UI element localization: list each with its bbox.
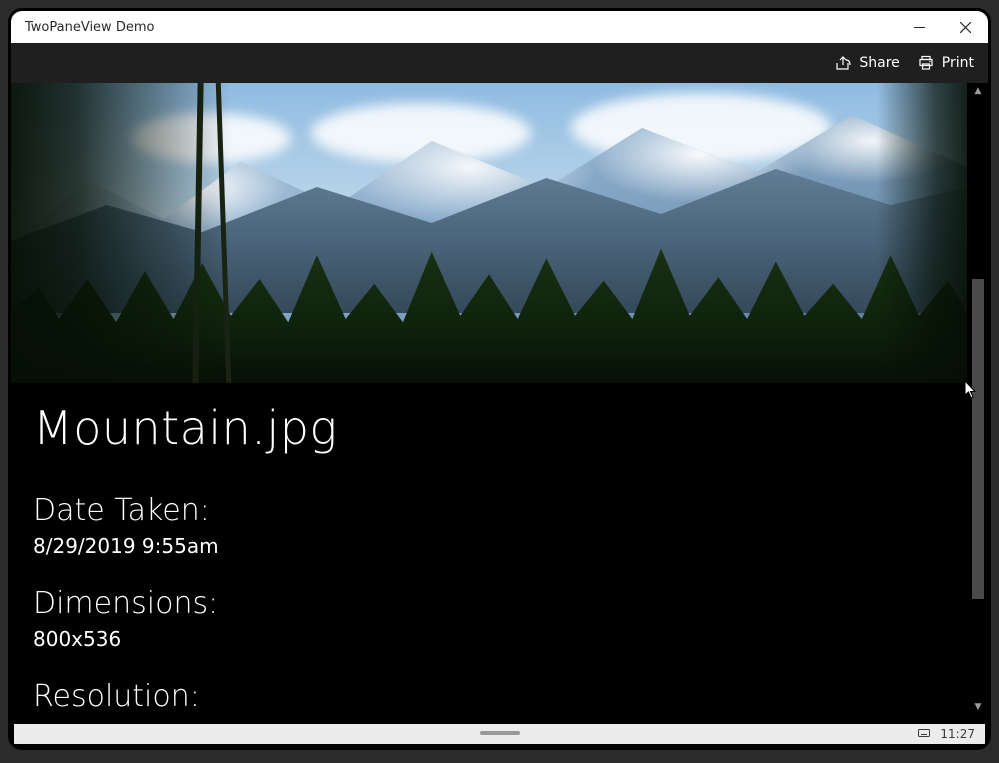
details-pane: Mountain.jpg Date Taken: 8/29/2019 9:55a… [11,383,988,714]
status-bar: 11:27 [14,724,985,744]
content-pane: Mountain.jpg Date Taken: 8/29/2019 9:55a… [11,83,988,723]
print-label: Print [942,55,974,71]
title-bar: TwoPaneView Demo [11,11,988,43]
file-name: Mountain.jpg [33,401,988,455]
resolution-label: Resolution: [33,679,988,714]
date-taken-label: Date Taken: [33,493,988,528]
scroll-up-arrow-icon[interactable]: ▲ [970,83,986,99]
device-frame: TwoPaneView Demo Share [8,8,991,750]
content-area: Mountain.jpg Date Taken: 8/29/2019 9:55a… [11,83,988,723]
vertical-scrollbar[interactable]: ▲ ▼ [970,83,986,715]
minimize-icon [914,22,925,33]
command-bar: Share Print [11,43,988,83]
scrollbar-track[interactable] [970,99,986,699]
date-taken-value: 8/29/2019 9:55am [33,534,988,558]
scrollbar-thumb[interactable] [972,279,984,599]
share-label: Share [859,55,899,71]
keyboard-icon[interactable] [918,728,930,741]
share-icon [835,55,851,71]
minimize-button[interactable] [896,11,942,43]
scroll-down-arrow-icon[interactable]: ▼ [970,699,986,715]
close-icon [960,22,971,33]
photo-preview [11,83,967,383]
dimensions-value: 800x536 [33,627,988,651]
close-button[interactable] [942,11,988,43]
clock: 11:27 [940,727,975,741]
grab-handle-icon[interactable] [480,731,520,735]
print-button[interactable]: Print [918,55,974,71]
share-button[interactable]: Share [835,55,899,71]
print-icon [918,55,934,71]
dimensions-label: Dimensions: [33,586,988,621]
window-title: TwoPaneView Demo [25,20,154,35]
